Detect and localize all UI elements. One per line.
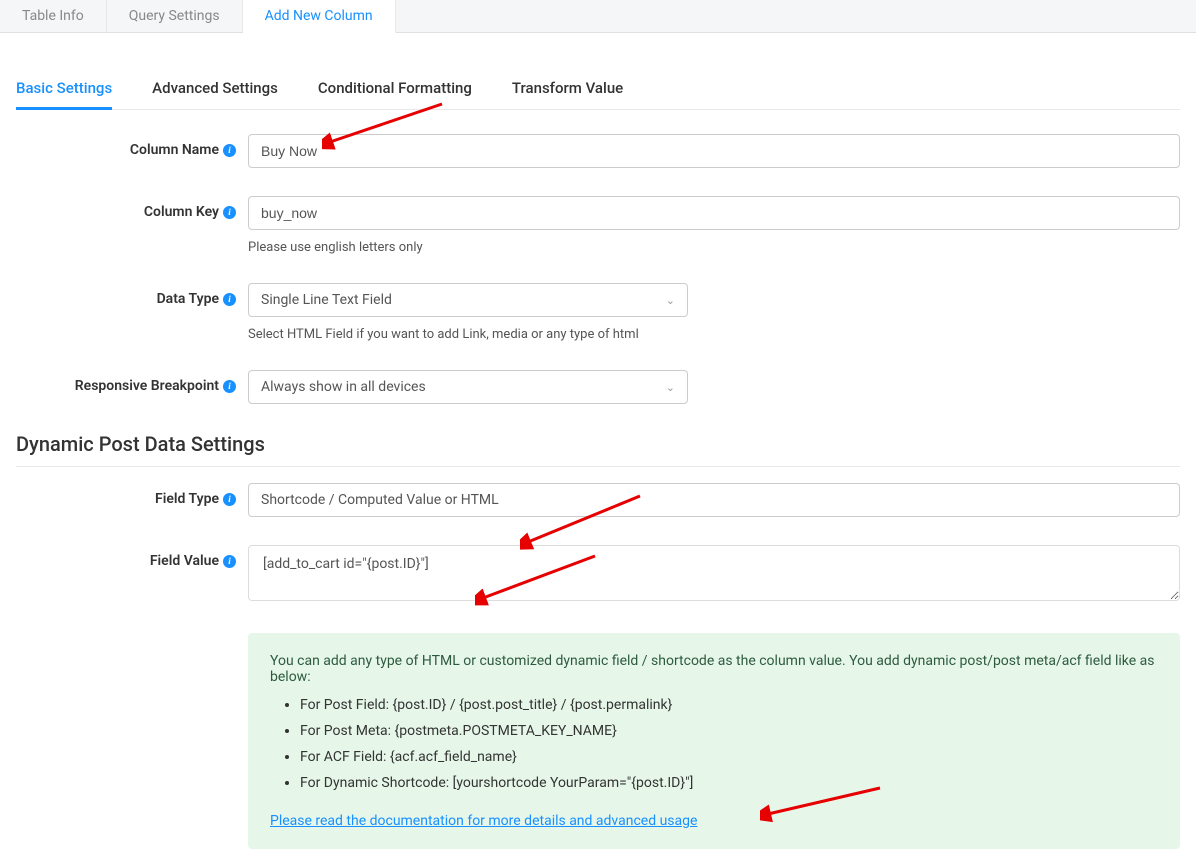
column-key-input[interactable] (248, 196, 1180, 230)
chevron-down-icon: ⌄ (666, 381, 675, 394)
field-value-textarea[interactable] (248, 545, 1180, 601)
subtab-advanced-settings[interactable]: Advanced Settings (152, 69, 278, 109)
info-panel-item: For ACF Field: {acf.acf_field_name} (300, 749, 1158, 765)
info-panel-item: For Post Field: {post.ID} / {post.post_t… (300, 697, 1158, 713)
subtab-transform-value[interactable]: Transform Value (512, 69, 623, 109)
column-key-label: Column Key i (16, 196, 248, 220)
field-type-label: Field Type i (16, 483, 248, 507)
subtab-conditional-formatting[interactable]: Conditional Formatting (318, 69, 472, 109)
column-key-helper: Please use english letters only (248, 240, 1180, 255)
info-panel-item: For Post Meta: {postmeta.POSTMETA_KEY_NA… (300, 723, 1158, 739)
responsive-breakpoint-label: Responsive Breakpoint i (16, 370, 248, 394)
info-panel-item: For Dynamic Shortcode: [yourshortcode Yo… (300, 775, 1158, 791)
column-name-input[interactable] (248, 134, 1180, 168)
tab-table-info[interactable]: Table Info (0, 0, 107, 32)
sub-tabs: Basic Settings Advanced Settings Conditi… (16, 69, 1180, 110)
info-icon[interactable]: i (223, 144, 236, 157)
tab-add-new-column[interactable]: Add New Column (243, 0, 396, 33)
data-type-label: Data Type i (16, 283, 248, 307)
column-name-label: Column Name i (16, 134, 248, 158)
chevron-down-icon: ⌄ (666, 294, 675, 307)
info-icon[interactable]: i (223, 293, 236, 306)
responsive-breakpoint-select[interactable]: Always show in all devices ⌄ (248, 370, 688, 404)
info-icon[interactable]: i (223, 555, 236, 568)
top-tabs: Table Info Query Settings Add New Column (0, 0, 1196, 33)
info-icon[interactable]: i (223, 493, 236, 506)
subtab-basic-settings[interactable]: Basic Settings (16, 69, 112, 110)
info-panel-intro: You can add any type of HTML or customiz… (270, 653, 1158, 685)
documentation-link[interactable]: Please read the documentation for more d… (270, 813, 697, 829)
info-icon[interactable]: i (223, 206, 236, 219)
tab-query-settings[interactable]: Query Settings (107, 0, 243, 32)
dynamic-section-heading: Dynamic Post Data Settings (16, 432, 1180, 467)
info-panel: You can add any type of HTML or customiz… (248, 633, 1180, 849)
field-type-select[interactable]: Shortcode / Computed Value or HTML (248, 483, 1180, 517)
field-value-label: Field Value i (16, 545, 248, 569)
data-type-helper: Select HTML Field if you want to add Lin… (248, 327, 1180, 342)
data-type-select[interactable]: Single Line Text Field ⌄ (248, 283, 688, 317)
info-icon[interactable]: i (223, 380, 236, 393)
